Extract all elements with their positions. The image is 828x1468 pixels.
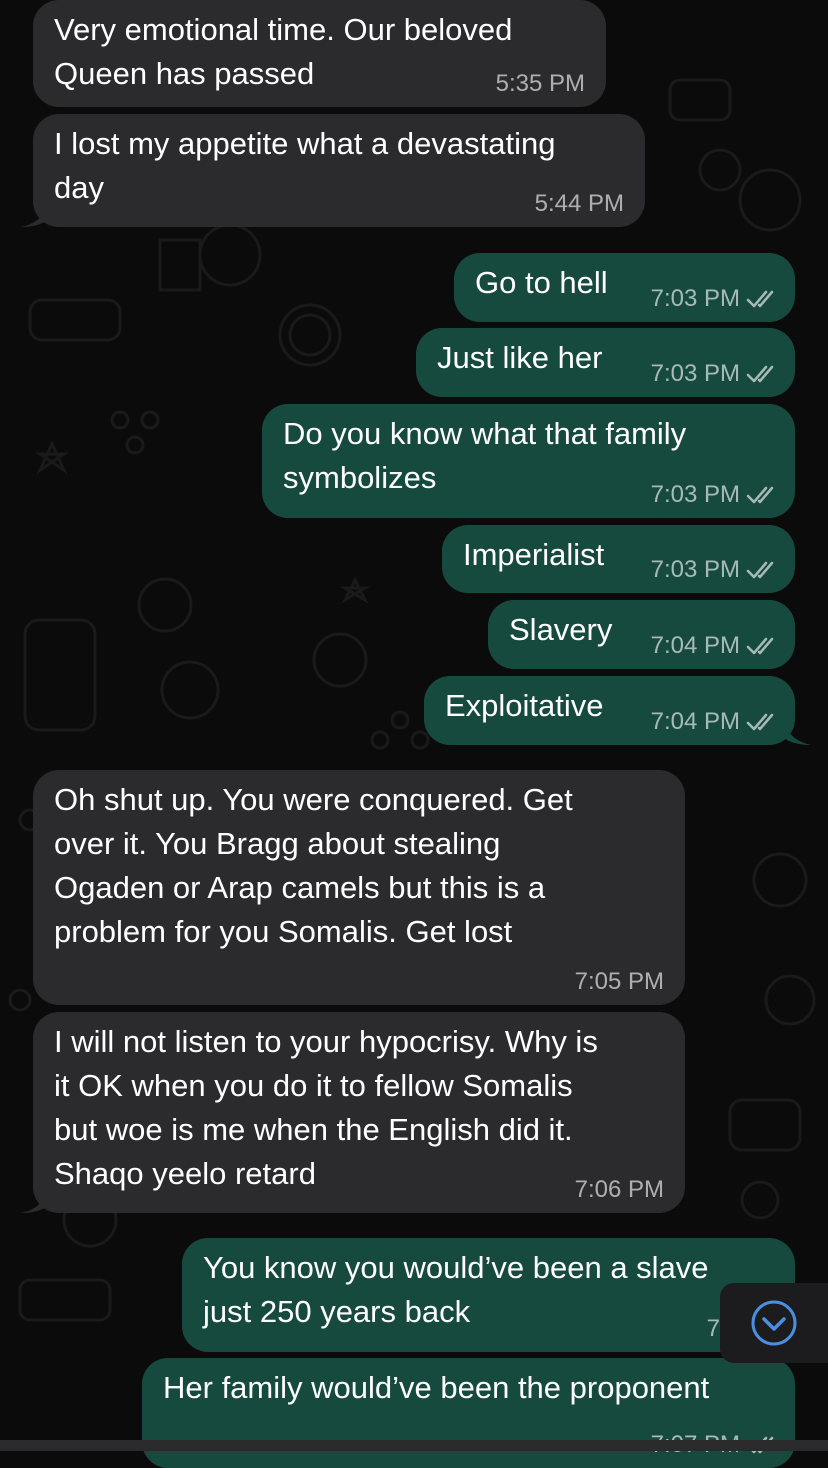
message-line: I lost my appetite what a devastating	[54, 126, 556, 161]
read-receipt-ticks-icon	[746, 365, 774, 383]
message-text: Exploitative	[445, 684, 604, 728]
message-timestamp: 5:35 PM	[495, 70, 585, 97]
message-meta: 5:44 PM	[535, 189, 624, 219]
message-meta: 7:03 PM	[651, 555, 776, 585]
message-line: it OK when you do it to fellow Somalis	[54, 1068, 573, 1103]
message-text: I lost my appetite what a devastating day	[54, 122, 555, 210]
outgoing-message-bubble[interactable]: Her family would’ve been the proponent7:…	[142, 1358, 795, 1468]
outgoing-message-bubble[interactable]: Slavery 7:04 PM	[488, 600, 795, 669]
message-text: Imperialist	[463, 533, 604, 577]
message-meta: 5:35 PM	[496, 69, 585, 99]
message-timestamp: 7:04 PM	[650, 632, 740, 659]
message-line: symbolizes	[283, 460, 437, 495]
message-timestamp: 7:05 PM	[574, 968, 664, 995]
message-line: just 250 years back	[203, 1294, 471, 1329]
message-timestamp: 7:03 PM	[650, 360, 740, 387]
bubble-tail	[21, 1183, 49, 1213]
read-receipt-ticks-icon	[746, 713, 774, 731]
message-text: Oh shut up. You were conquered. Get over …	[54, 778, 573, 954]
message-timestamp: 7:04 PM	[650, 708, 740, 735]
message-line: Ogaden or Arap camels but this is a	[54, 870, 546, 905]
incoming-message-bubble[interactable]: I lost my appetite what a devastating day…	[21, 114, 645, 227]
message-text: You know you would’ve been a slave just 2…	[203, 1246, 709, 1334]
message-line: but woe is me when the English did it.	[54, 1112, 573, 1147]
message-meta: 7:04 PM	[651, 631, 776, 661]
message-line: Exploitative	[445, 688, 604, 723]
message-line: Go to hell	[475, 265, 608, 300]
message-line: problem for you Somalis. Get lost	[54, 914, 513, 949]
message-timestamp: 7:03 PM	[650, 285, 740, 312]
incoming-message-bubble[interactable]: Oh shut up. You were conquered. Get over …	[33, 770, 685, 1005]
message-timestamp: 7:06 PM	[574, 1176, 664, 1203]
message-line: I will not listen to your hypocrisy. Why…	[54, 1024, 598, 1059]
outgoing-message-bubble[interactable]: Do you know what that family symbolizes 7:…	[262, 404, 795, 518]
message-timestamp: 5:44 PM	[534, 190, 624, 217]
message-timestamp: 7:03 PM	[650, 556, 740, 583]
message-line: day	[54, 170, 104, 205]
incoming-message-bubble[interactable]: Very emotional time. Our beloved Queen ha…	[33, 0, 606, 107]
outgoing-message-bubble[interactable]: Just like her 7:03 PM	[416, 328, 795, 397]
message-line: Slavery	[509, 612, 613, 647]
scroll-to-bottom-button[interactable]	[720, 1283, 828, 1363]
input-bar-edge	[0, 1440, 828, 1451]
message-meta: 7:03 PM	[651, 359, 776, 389]
message-line: Queen has passed	[54, 56, 315, 91]
message-text: Slavery	[509, 608, 612, 652]
message-line: Shaqo yeelo retard	[54, 1156, 316, 1191]
message-line: Do you know what that family	[283, 416, 687, 451]
message-meta: 7:03 PM	[651, 480, 776, 510]
read-receipt-ticks-icon	[746, 637, 774, 655]
message-meta: 7:05 PM	[575, 967, 664, 997]
outgoing-message-bubble[interactable]: Go to hell 7:03 PM	[454, 253, 795, 322]
outgoing-message-bubble[interactable]: You know you would’ve been a slave just 2…	[182, 1238, 795, 1352]
bubble-tail	[783, 715, 811, 745]
message-text: Her family would’ve been the proponent	[163, 1366, 709, 1410]
message-line: Her family would’ve been the proponent	[163, 1370, 710, 1405]
message-line: over it. You Bragg about stealing	[54, 826, 501, 861]
message-meta: 7:06 PM	[575, 1175, 664, 1205]
bubble-tail	[21, 197, 49, 227]
chevron-down-circle-icon	[751, 1300, 797, 1346]
message-text: Go to hell	[475, 261, 608, 305]
message-line: Very emotional time. Our beloved	[54, 12, 513, 47]
message-timestamp: 7:03 PM	[650, 481, 740, 508]
read-receipt-ticks-icon	[746, 486, 774, 504]
message-text: Very emotional time. Our beloved Queen ha…	[54, 8, 512, 96]
incoming-message-bubble[interactable]: I will not listen to your hypocrisy. Why…	[21, 1012, 685, 1213]
read-receipt-ticks-icon	[746, 290, 774, 308]
message-line: Oh shut up. You were conquered. Get	[54, 782, 573, 817]
message-text: I will not listen to your hypocrisy. Why…	[54, 1020, 598, 1196]
message-meta: 7:03 PM	[651, 284, 776, 314]
read-receipt-ticks-icon	[746, 561, 774, 579]
message-text: Just like her	[437, 336, 602, 380]
message-line: Imperialist	[463, 537, 605, 572]
message-meta: 7:04 PM	[651, 707, 776, 737]
message-text: Do you know what that family symbolizes	[283, 412, 686, 500]
outgoing-message-bubble[interactable]: Exploitative 7:04 PM	[424, 676, 811, 745]
message-line: You know you would’ve been a slave	[203, 1250, 709, 1285]
message-line: Just like her	[437, 340, 603, 375]
outgoing-message-bubble[interactable]: Imperialist 7:03 PM	[442, 525, 795, 593]
